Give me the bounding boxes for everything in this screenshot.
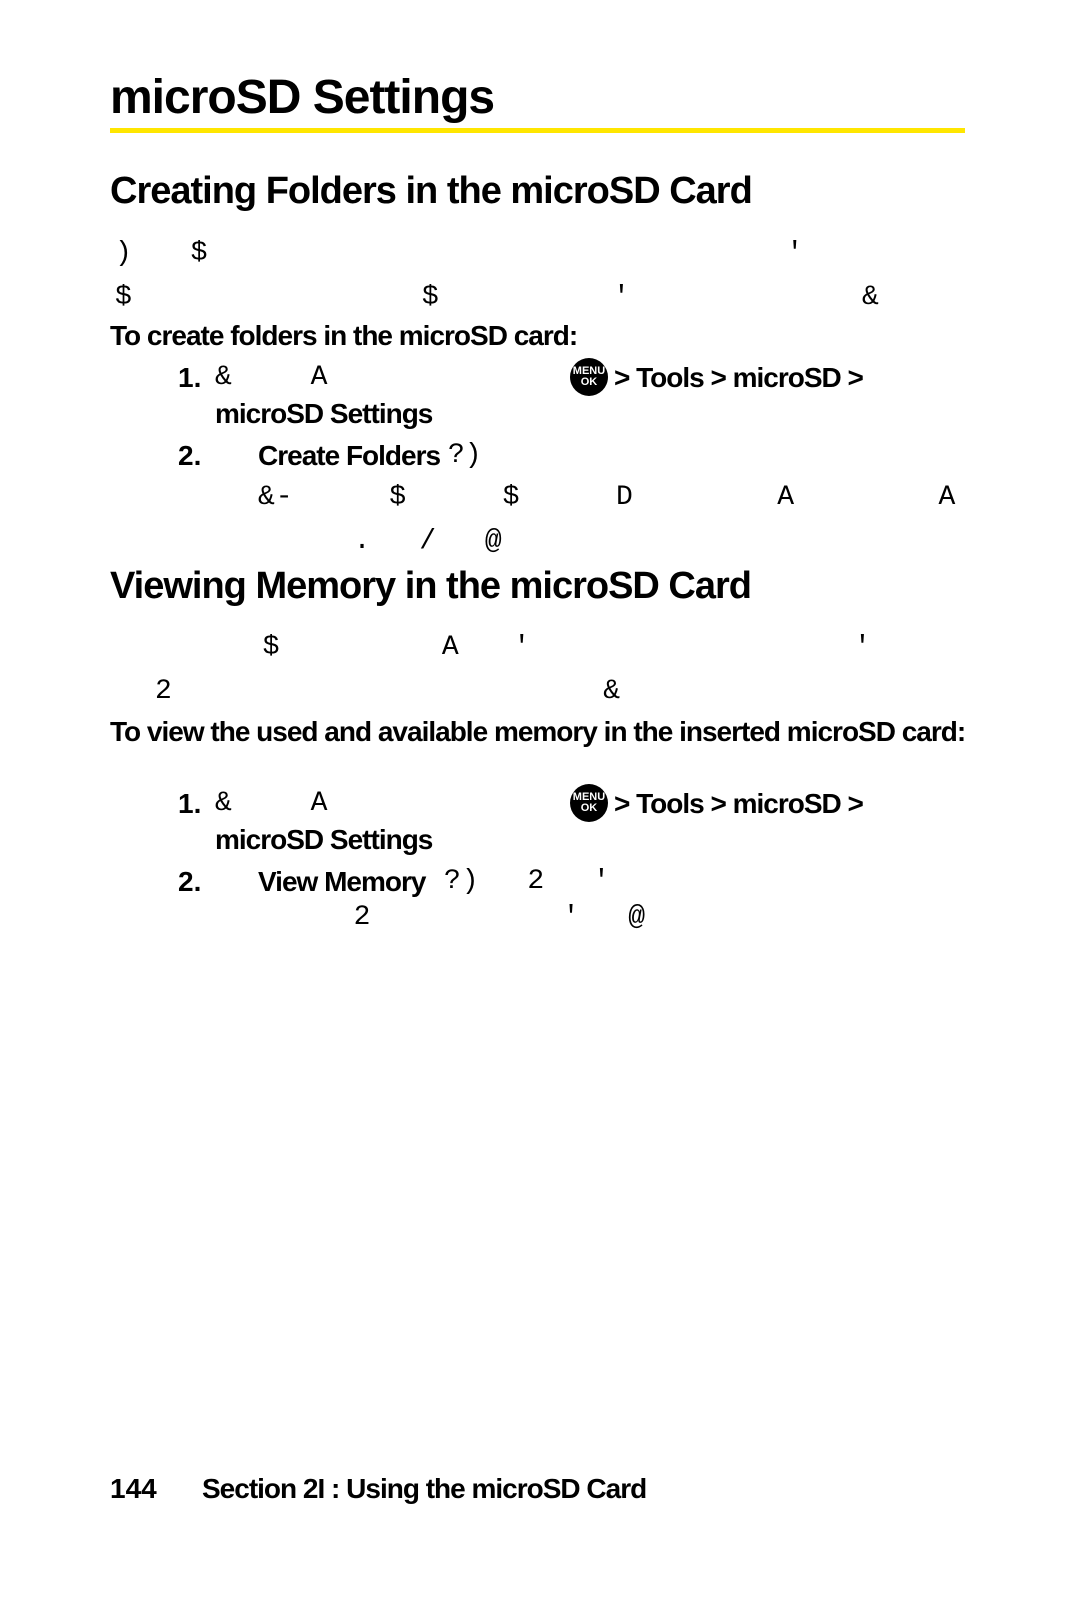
section1-step1-path-a: > Tools > microSD > xyxy=(614,362,863,394)
footer-section: Section 2I : Using the microSD Card xyxy=(202,1473,646,1505)
section1-heading: Creating Folders in the microSD Card xyxy=(110,170,752,213)
section1-step1-path-b: microSD Settings xyxy=(215,398,432,430)
menu-ok-icon: MENU OK xyxy=(570,358,608,396)
section2-step2-bold: View Memory xyxy=(258,866,425,898)
section1-step2-tail: ?) xyxy=(448,440,482,471)
section2-step1-number: 1. xyxy=(178,788,201,820)
menu-ok-icon: MENU OK xyxy=(570,784,608,822)
section1-step1-number: 1. xyxy=(178,362,201,394)
section1-step1-body: & A xyxy=(215,362,328,393)
section2-step2-body: 2 ' @ xyxy=(258,902,646,933)
section2-step1-path-b: microSD Settings xyxy=(215,824,432,856)
section2-heading: Viewing Memory in the microSD Card xyxy=(110,565,751,608)
section1-step2-bold: Create Folders xyxy=(258,440,440,472)
section1-prompt: To create folders in the microSD card: xyxy=(110,320,577,352)
section2-prompt: To view the used and available memory in… xyxy=(110,714,965,750)
section1-step2-body: &- $ $ D A A A 1 A . / @ xyxy=(258,476,1080,564)
section2-step1-body: & A xyxy=(215,788,328,819)
section2-intro: $ A ' ' ' 2 & xyxy=(155,626,1080,714)
section2-step2-number: 2. xyxy=(178,866,201,898)
section1-step2-number: 2. xyxy=(178,440,201,472)
section1-intro: ) $ ' $ $ $ $ ' & xyxy=(115,232,1080,320)
section2-step1-path-a: > Tools > microSD > xyxy=(614,788,863,820)
page-title: microSD Settings xyxy=(110,70,494,125)
page-number: 144 xyxy=(110,1473,157,1505)
title-rule xyxy=(110,128,965,133)
section2-step2-tail: ?) 2 ' xyxy=(444,866,611,897)
